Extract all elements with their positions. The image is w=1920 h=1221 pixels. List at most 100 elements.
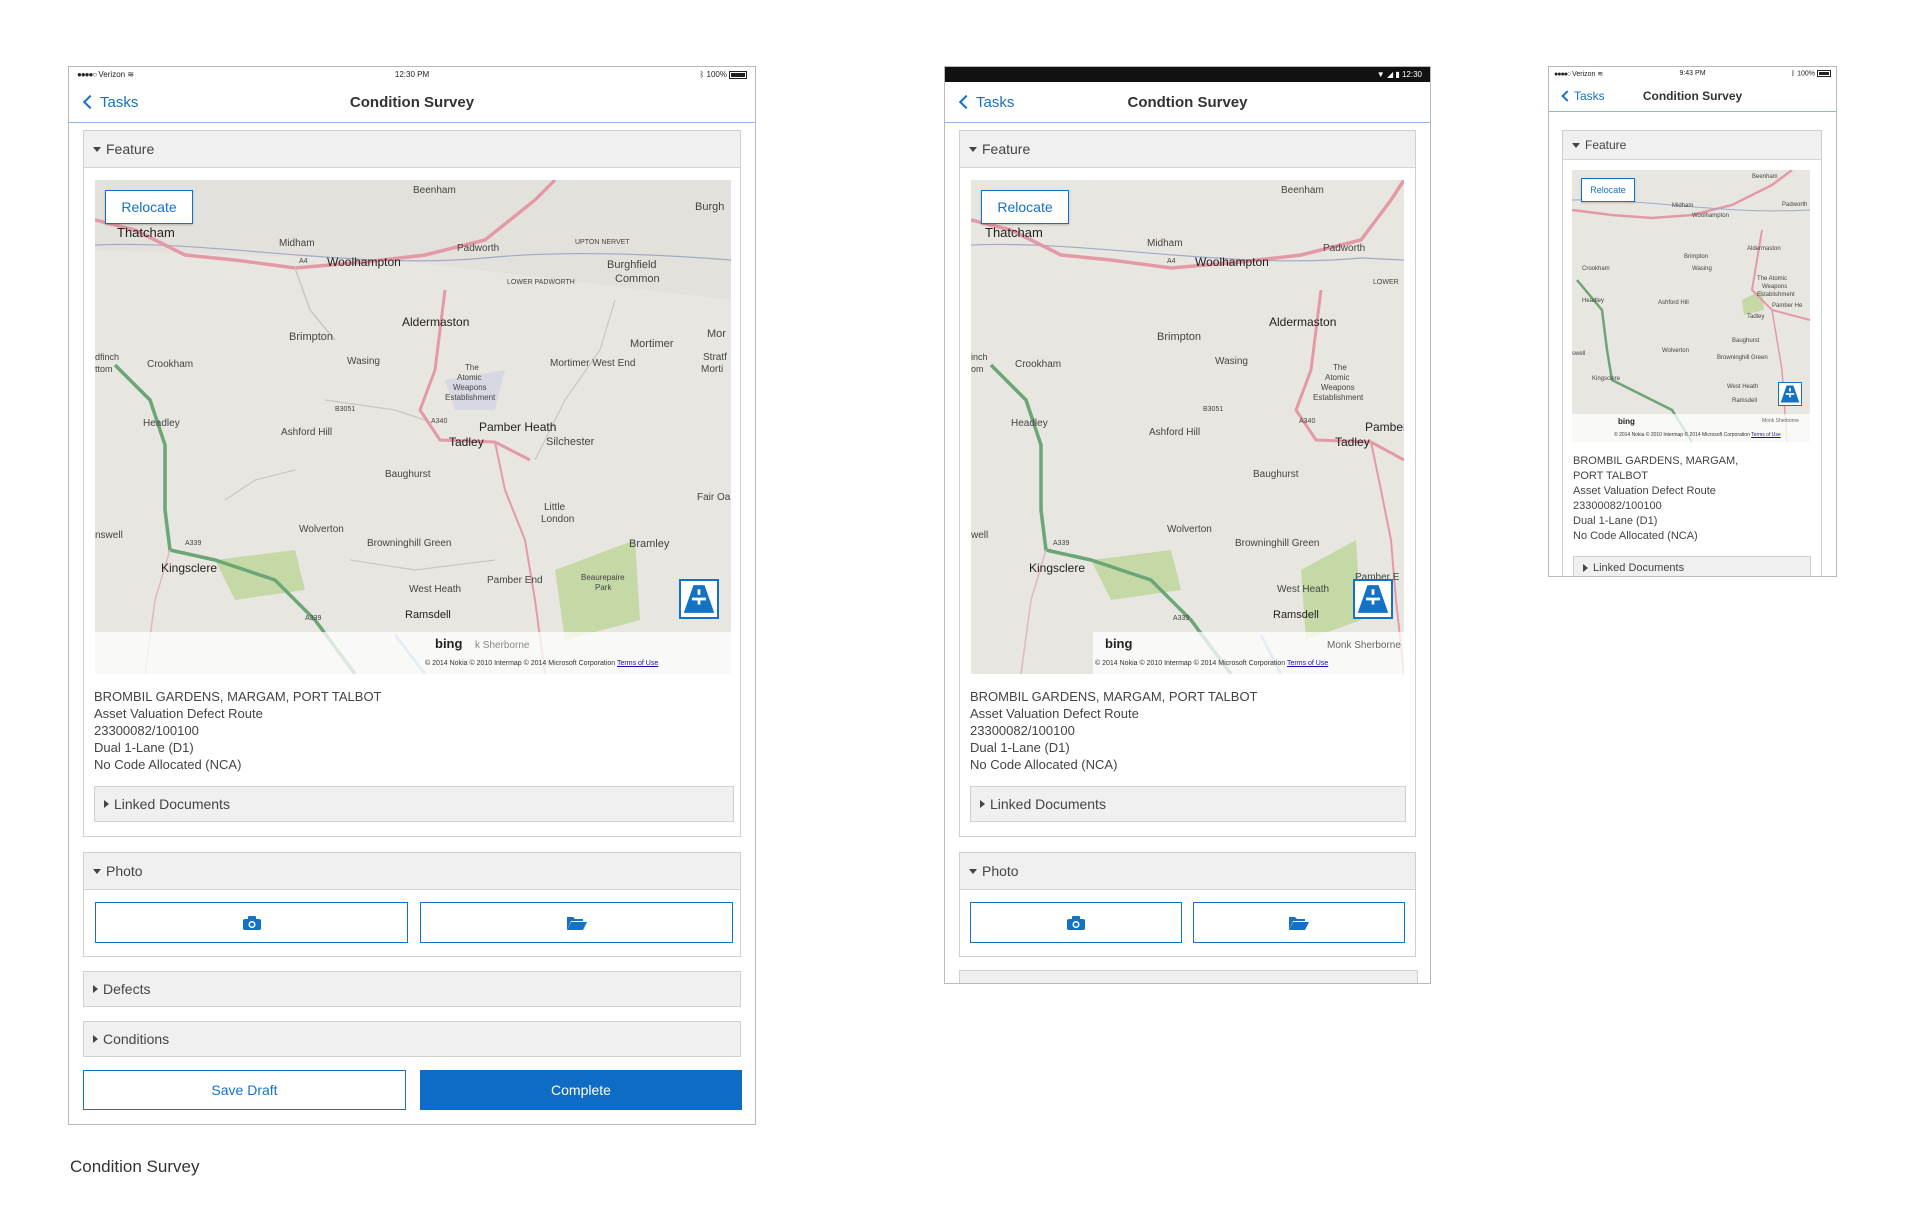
back-button[interactable]: Tasks xyxy=(1559,89,1605,103)
svg-text:Kingsclere: Kingsclere xyxy=(1029,561,1085,575)
caret-right-icon xyxy=(104,800,109,808)
svg-text:Beaurepaire: Beaurepaire xyxy=(581,573,625,582)
svg-text:A339: A339 xyxy=(305,615,321,622)
bing-logo: bing xyxy=(1105,636,1133,651)
svg-text:West Heath: West Heath xyxy=(1277,584,1329,595)
svg-text:Pamber End: Pamber End xyxy=(487,575,543,586)
svg-text:Headley: Headley xyxy=(143,418,180,429)
info-line: Asset Valuation Defect Route xyxy=(970,706,1139,721)
back-button[interactable]: Tasks xyxy=(957,94,1014,111)
linked-documents-header[interactable]: Linked Documents xyxy=(1573,556,1811,576)
complete-button[interactable]: Complete xyxy=(420,1070,742,1110)
camera-button[interactable] xyxy=(95,902,408,943)
relocate-button[interactable]: Relocate xyxy=(981,190,1069,224)
svg-text:The Atomic: The Atomic xyxy=(1757,276,1787,282)
folder-open-icon xyxy=(1289,916,1309,930)
svg-text:Baughurst: Baughurst xyxy=(385,469,431,480)
svg-text:LOWER PADWORTH: LOWER PADWORTH xyxy=(507,279,575,286)
svg-text:Wasing: Wasing xyxy=(1692,266,1712,272)
map-copyright: © 2014 Nokia © 2010 Intermap © 2014 Micr… xyxy=(1614,432,1781,438)
battery-percent: 100% xyxy=(706,70,727,79)
svg-text:Brimpton: Brimpton xyxy=(1684,254,1708,260)
road-icon[interactable] xyxy=(679,579,719,619)
svg-text:Burgh: Burgh xyxy=(695,201,724,213)
svg-text:Aldermaston: Aldermaston xyxy=(402,315,469,329)
bluetooth-icon: ᛒ xyxy=(1790,70,1796,78)
save-draft-button[interactable]: Save Draft xyxy=(83,1070,406,1110)
relocate-button[interactable]: Relocate xyxy=(105,190,193,224)
svg-text:Thatcham: Thatcham xyxy=(985,225,1043,240)
map-view[interactable]: Beenham Burgh Thatcham Midham Woolhampto… xyxy=(95,180,731,674)
svg-text:A4: A4 xyxy=(299,258,308,265)
info-line: BROMBIL GARDENS, MARGAM, PORT TALBOT xyxy=(970,689,1258,704)
signal-icon: ●●●●○ xyxy=(1554,70,1571,78)
status-bar: ●●●●○ Verizon ≋ 9:43 PM ᛒ 100% xyxy=(1549,67,1836,80)
nav-bar: Tasks Condtion Survey xyxy=(945,82,1430,123)
svg-text:Atomic: Atomic xyxy=(1325,373,1349,382)
status-time: 12:30 PM xyxy=(394,70,430,79)
svg-text:The: The xyxy=(465,363,479,372)
svg-text:West Heath: West Heath xyxy=(1727,384,1758,390)
wifi-icon: ≋ xyxy=(1597,70,1604,78)
svg-text:swell: swell xyxy=(1572,351,1585,357)
folder-open-icon xyxy=(566,916,587,930)
map-label-hidden: k Sherborne xyxy=(475,640,530,651)
caret-right-icon xyxy=(1583,564,1588,572)
back-button[interactable]: Tasks xyxy=(81,94,138,111)
terms-link[interactable]: Terms of Use xyxy=(1287,660,1328,667)
info-line: No Code Allocated (NCA) xyxy=(1573,530,1698,542)
camera-icon xyxy=(242,915,261,930)
road-icon[interactable] xyxy=(1778,382,1802,406)
caret-right-icon xyxy=(980,800,985,808)
photo-header-label: Photo xyxy=(106,863,143,879)
map-view[interactable]: Beenham Midham Woolhampton Padworth Brim… xyxy=(1572,170,1810,442)
svg-text:A340: A340 xyxy=(431,418,447,425)
feature-header[interactable]: Feature xyxy=(84,131,740,168)
svg-text:Ashford Hill: Ashford Hill xyxy=(1658,300,1689,306)
svg-text:Fair Oa: Fair Oa xyxy=(697,492,731,503)
chevron-left-icon xyxy=(1561,89,1573,102)
bing-logo: bing xyxy=(1618,417,1635,426)
relocate-button[interactable]: Relocate xyxy=(1581,178,1635,202)
conditions-label: Conditions xyxy=(103,1031,170,1047)
svg-text:Mor: Mor xyxy=(707,328,726,340)
linked-documents-header[interactable]: Linked Documents xyxy=(970,786,1406,822)
photo-header[interactable]: Photo xyxy=(960,853,1415,890)
svg-text:Thatcham: Thatcham xyxy=(117,225,175,240)
browse-files-button[interactable] xyxy=(1193,902,1405,943)
browse-files-button[interactable] xyxy=(420,902,733,943)
page-title: Condition Survey xyxy=(349,93,475,111)
road-icon[interactable] xyxy=(1353,579,1393,619)
linked-documents-header[interactable]: Linked Documents xyxy=(94,786,734,822)
svg-text:Beenham: Beenham xyxy=(1281,185,1324,196)
conditions-header[interactable]: Conditions xyxy=(83,1021,741,1057)
map-attribution: bing Monk Sherborne © 2014 Nokia © 2010 … xyxy=(1572,414,1810,442)
svg-text:Brimpton: Brimpton xyxy=(289,331,333,343)
svg-text:inch: inch xyxy=(971,352,988,362)
terms-link[interactable]: Terms of Use xyxy=(617,660,658,667)
svg-text:The: The xyxy=(1333,363,1347,372)
photo-header[interactable]: Photo xyxy=(84,853,740,890)
defects-header-partial[interactable] xyxy=(959,970,1418,983)
svg-text:Tadley: Tadley xyxy=(1747,314,1764,320)
terms-link[interactable]: Terms of Use xyxy=(1751,432,1780,438)
carrier-label: Verizon xyxy=(1572,70,1596,78)
feature-header[interactable]: Feature xyxy=(1563,131,1821,160)
info-line: Asset Valuation Defect Route xyxy=(1573,485,1716,497)
back-label: Tasks xyxy=(1574,88,1605,103)
photo-header-label: Photo xyxy=(982,863,1019,879)
camera-button[interactable] xyxy=(970,902,1182,943)
defects-header[interactable]: Defects xyxy=(83,971,741,1007)
map-view[interactable]: Beenham Thatcham Midham Woolhampton Padw… xyxy=(971,180,1404,674)
svg-text:nswell: nswell xyxy=(95,530,123,541)
map-svg: Beenham Thatcham Midham Woolhampton Padw… xyxy=(971,180,1404,674)
svg-text:Padworth: Padworth xyxy=(1782,202,1807,208)
nav-bar: Tasks Condition Survey xyxy=(69,82,755,123)
tablet-frame: ●●●●○ Verizon ≋ 12:30 PM ᛒ 100% Tasks Co… xyxy=(68,66,756,1125)
info-line: BROMBIL GARDENS, MARGAM, xyxy=(1573,455,1739,467)
feature-header[interactable]: Feature xyxy=(960,131,1415,168)
android-frame: ▼ ◢ ▮ 12:30 Tasks Condtion Survey Featur… xyxy=(944,66,1431,984)
map-attribution: bing Monk Sherborne © 2014 Nokia © 2010 … xyxy=(1093,632,1404,674)
svg-text:Establishment: Establishment xyxy=(1313,393,1364,402)
svg-text:Wolverton: Wolverton xyxy=(1662,348,1689,354)
